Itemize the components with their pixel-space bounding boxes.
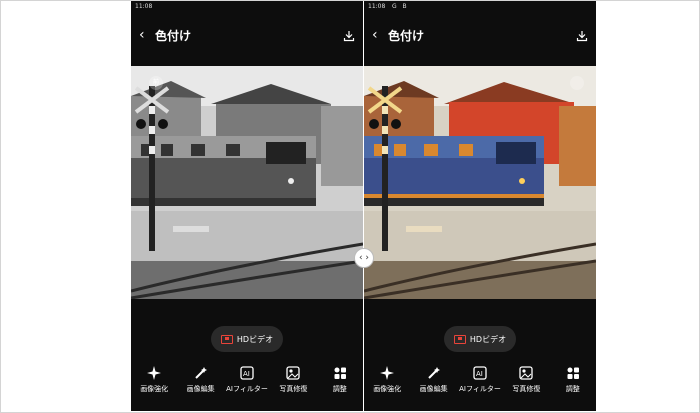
tool-edit[interactable]: 画像編集 <box>179 366 223 406</box>
svg-text:AI: AI <box>476 370 483 378</box>
hd-video-label: HDビデオ <box>236 334 274 344</box>
phone-after: 11:08 G B ‹ 色付け HDビデオ 画像強化 画像編集 AI AIフィル… <box>364 1 596 411</box>
tool-enhance[interactable]: 画像強化 <box>132 366 176 406</box>
back-icon[interactable]: ‹ <box>372 27 378 43</box>
status-time: 11:08 <box>368 3 386 10</box>
photo-repair-icon <box>286 366 301 380</box>
sparkle-icon <box>380 366 395 380</box>
tool-label: 調整 <box>332 385 347 393</box>
tool-ai-filter[interactable]: AI AIフィルター <box>458 366 502 406</box>
photo-after[interactable] <box>364 66 596 299</box>
hd-video-label: HDビデオ <box>469 334 507 344</box>
bottom-toolbar: 画像強化 画像編集 AI AIフィルター 写真修復 調整 <box>364 366 596 406</box>
download-icon[interactable] <box>576 30 588 42</box>
back-icon[interactable]: ‹ <box>139 27 145 43</box>
hd-video-button[interactable]: HDビデオ <box>211 326 283 352</box>
tool-photo-repair[interactable]: 写真修復 <box>271 366 315 406</box>
tool-edit[interactable]: 画像編集 <box>412 366 456 406</box>
tool-label: AIフィルター <box>459 385 501 393</box>
app-bar: ‹ 色付け <box>131 21 363 51</box>
phone-before: 11:08 ‹ 色付け 前 HDビデオ 画像強化 画像編集 AI AIフィルター… <box>131 1 363 411</box>
status-bar: 11:08 G B <box>364 1 596 13</box>
page-title: 色付け <box>388 29 425 43</box>
photo-repair-icon <box>519 366 534 380</box>
adjust-grid-icon <box>567 367 579 379</box>
download-icon[interactable] <box>343 30 355 42</box>
tool-enhance[interactable]: 画像強化 <box>365 366 409 406</box>
page-title: 色付け <box>155 29 192 43</box>
tram-photo-colorized <box>364 66 596 299</box>
tool-label: 調整 <box>565 385 580 393</box>
status-bar: 11:08 <box>131 1 363 13</box>
svg-text:AI: AI <box>243 370 250 378</box>
tool-label: 画像強化 <box>373 385 402 393</box>
hd-video-icon <box>453 334 466 344</box>
tool-label: 写真修復 <box>279 385 308 393</box>
ai-filter-icon: AI <box>473 366 487 380</box>
hd-video-button[interactable]: HDビデオ <box>444 326 516 352</box>
magic-wand-icon <box>194 367 207 379</box>
tool-label: 画像編集 <box>419 385 448 393</box>
sparkle-icon <box>147 366 162 380</box>
tool-adjust[interactable]: 調整 <box>551 366 595 406</box>
magic-wand-icon <box>427 367 440 379</box>
tool-ai-filter[interactable]: AI AIフィルター <box>225 366 269 406</box>
tram-photo-grayscale <box>131 66 363 299</box>
tool-label: AIフィルター <box>226 385 268 393</box>
tool-adjust[interactable]: 調整 <box>318 366 362 406</box>
compare-slider-handle[interactable]: ‹ › <box>354 248 374 268</box>
bottom-toolbar: 画像強化 画像編集 AI AIフィルター 写真修復 調整 <box>131 366 363 406</box>
ai-filter-icon: AI <box>240 366 254 380</box>
adjust-grid-icon <box>334 367 346 379</box>
tool-label: 画像編集 <box>186 385 215 393</box>
after-badge <box>570 76 584 90</box>
before-badge: 前 <box>149 76 163 90</box>
tool-label: 画像強化 <box>140 385 169 393</box>
app-bar: ‹ 色付け <box>364 21 596 51</box>
photo-before[interactable]: 前 <box>131 66 363 299</box>
hd-video-icon <box>220 334 233 344</box>
status-time: 11:08 <box>135 3 153 10</box>
tool-label: 写真修復 <box>512 385 541 393</box>
status-icons: G B <box>392 3 409 10</box>
tool-photo-repair[interactable]: 写真修復 <box>504 366 548 406</box>
